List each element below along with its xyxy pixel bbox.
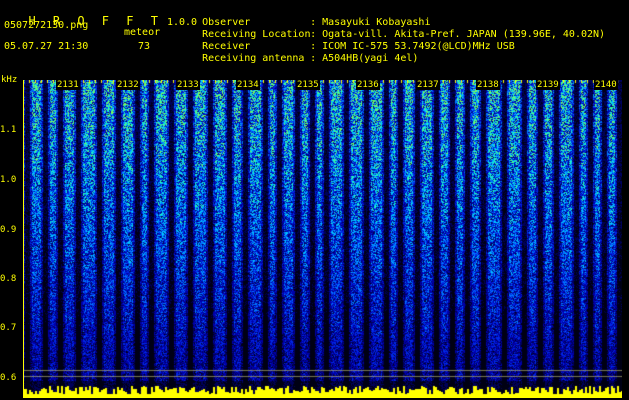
y-axis-unit: kHz	[1, 75, 18, 85]
info-label: Receiving antenna	[202, 53, 305, 64]
x-tick-label: 2139	[536, 80, 560, 90]
x-tick-label: 2137	[416, 80, 440, 90]
info-row-antenna: Receiving antenna: A504HB(yagi 4el)	[178, 41, 418, 77]
info-colon: :	[310, 53, 317, 64]
y-tick-label: 0.8	[0, 274, 17, 284]
y-tick-label: 0.9	[0, 225, 17, 235]
x-tick-label: 2135	[296, 80, 320, 90]
x-tick-label: 2134	[236, 80, 260, 90]
spectrogram-canvas[interactable]	[23, 80, 622, 398]
x-tick-label: 2133	[176, 80, 200, 90]
y-tick-label: 1.1	[0, 125, 17, 135]
x-tick-label: 2136	[356, 80, 380, 90]
y-tick-label: 1.0	[0, 175, 17, 185]
meteor-label: meteor	[124, 27, 161, 38]
meteor-count: 73	[138, 41, 151, 52]
x-tick-label: 2140	[594, 80, 618, 90]
x-tick-label: 2132	[116, 80, 140, 90]
y-tick-label: 0.7	[0, 323, 17, 333]
datetime-label: 05.07.27 21:30	[4, 41, 89, 52]
x-tick-label: 2131	[56, 80, 80, 90]
info-value: A504HB(yagi 4el)	[322, 53, 419, 64]
filename-label: 0507272130.png	[4, 20, 89, 31]
y-tick-label: 0.6	[0, 373, 17, 383]
x-tick-label: 2138	[476, 80, 500, 90]
